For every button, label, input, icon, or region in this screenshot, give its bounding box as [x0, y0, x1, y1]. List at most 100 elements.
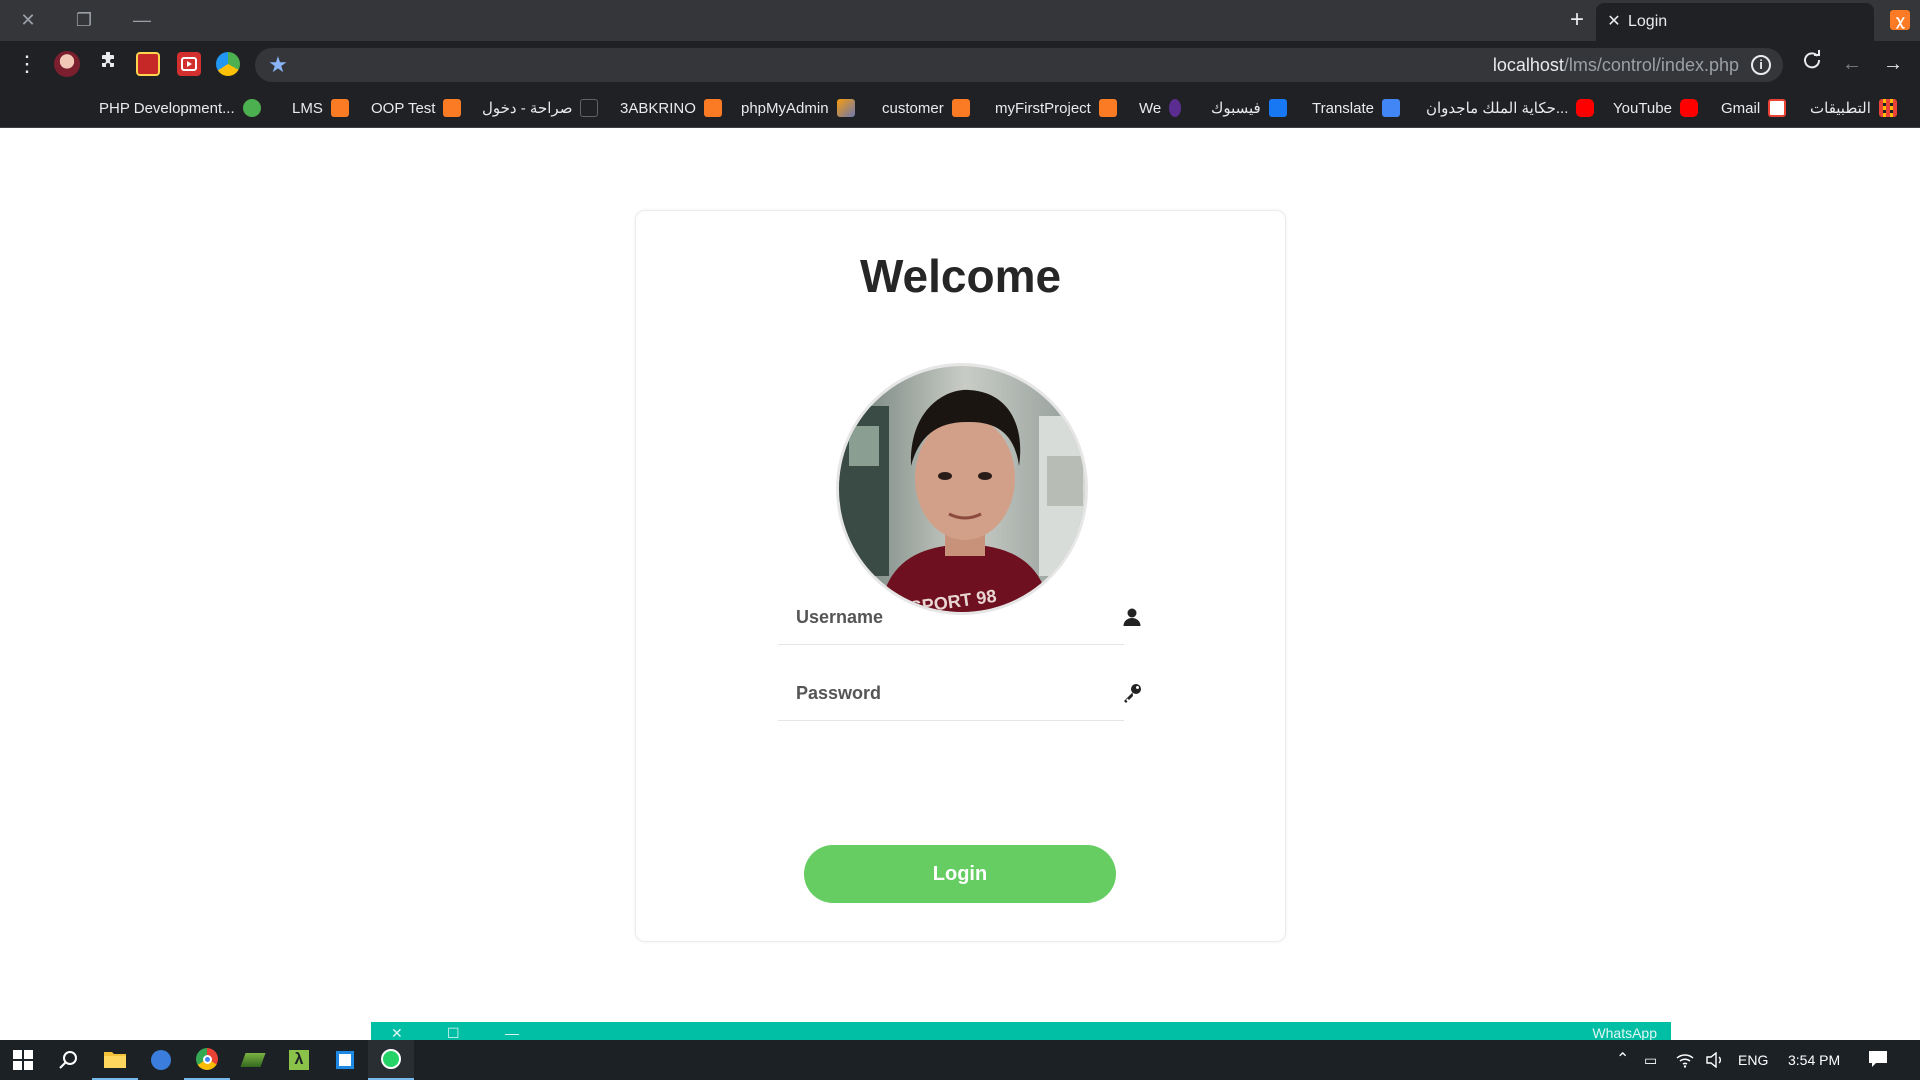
username-input[interactable] [796, 603, 1066, 631]
window-restore-icon[interactable]: ❐ [66, 6, 102, 34]
wifi-icon[interactable] [1676, 1052, 1694, 1071]
battery-icon[interactable]: ▭ [1644, 1052, 1657, 1069]
bookmark-lms[interactable]: LMS [292, 96, 349, 120]
key-icon [1120, 681, 1144, 705]
bookmark-phpmyadmin[interactable]: phpMyAdmin [741, 96, 855, 120]
we-icon [1169, 99, 1182, 117]
bookmark-label: phpMyAdmin [741, 99, 829, 117]
phpmyadmin-icon [836, 99, 855, 117]
login-card: Welcome SPORT 98 Username Login [635, 210, 1286, 942]
facebook-icon [1268, 99, 1287, 117]
address-url[interactable]: localhost/lms/control/index.php [1493, 55, 1739, 76]
bookmark-facebook[interactable]: فيسبوك [1211, 96, 1287, 120]
extension-video-icon[interactable] [177, 52, 201, 76]
file-explorer-icon[interactable] [92, 1040, 138, 1080]
bookmark-3abkrino[interactable]: 3ABKRINO [620, 96, 722, 120]
tab-title: Login [1628, 13, 1668, 30]
browser-blue-icon[interactable] [138, 1040, 184, 1080]
kebab-menu-icon[interactable]: ⋮ [13, 50, 41, 78]
notifications-icon[interactable] [1868, 1050, 1888, 1071]
windows-taskbar: λ ⌃ ▭ ENG 3:54 PM [0, 1040, 1920, 1080]
language-indicator[interactable]: ENG [1738, 1052, 1768, 1068]
bookmark-label: Translate [1312, 99, 1374, 117]
login-button[interactable]: Login [804, 845, 1116, 903]
tray-chevron-icon[interactable]: ⌃ [1616, 1049, 1629, 1069]
bookmark-label: customer [882, 99, 944, 117]
bookmark-myfirstproject[interactable]: myFirstProject [995, 96, 1117, 120]
bookmark-label: 3ABKRINO [620, 99, 696, 117]
whatsapp-taskbar-icon[interactable] [368, 1040, 414, 1080]
avatar: SPORT 98 [836, 363, 1088, 615]
bookmark-label: Gmail [1721, 99, 1761, 117]
user-icon [1120, 605, 1144, 629]
username-field [778, 591, 1141, 645]
bookmark-label: فيسبوك [1211, 100, 1261, 117]
volume-icon[interactable] [1706, 1051, 1724, 1071]
bookmark-label: التطبيقات [1810, 100, 1871, 117]
bookmarks-bar: التطبيقات Gmail YouTube حكاية الملك ماجد… [0, 88, 1920, 128]
clock[interactable]: 3:54 PM [1788, 1052, 1840, 1068]
bookmark-php-development[interactable]: PHP Development... [99, 96, 261, 120]
password-input[interactable] [796, 679, 1066, 707]
bookmark-ooptest[interactable]: OOP Test [371, 96, 462, 120]
page-title: Welcome [859, 250, 1062, 302]
bookmark-youtube[interactable]: YouTube [1613, 96, 1698, 120]
new-tab-button[interactable]: + [1564, 8, 1590, 34]
browser-tab-strip: ✕ ❐ — + ✕ Login ꭓ [0, 0, 1920, 41]
extension-flag-icon[interactable] [136, 52, 160, 76]
whatsapp-minimize-icon[interactable]: — [505, 1025, 519, 1041]
xampp-icon [330, 99, 349, 117]
bookmark-apps[interactable]: التطبيقات [1810, 96, 1897, 120]
xampp-icon: ꭓ [1890, 10, 1910, 30]
site-info-icon[interactable]: i [1751, 55, 1771, 75]
browser-toolbar: ⋮ ★ localhost/lms/control/index.php i ← … [0, 41, 1920, 88]
lambda-app-icon[interactable]: λ [276, 1040, 322, 1080]
translate-icon [1381, 99, 1400, 117]
layers-app-icon[interactable] [230, 1040, 276, 1080]
reload-icon[interactable] [1798, 50, 1826, 78]
notes-app-icon[interactable] [322, 1040, 368, 1080]
bookmark-label: We [1139, 99, 1162, 117]
xampp-icon [703, 99, 722, 117]
back-arrow-icon[interactable]: ← [1838, 50, 1866, 78]
windows-start-icon[interactable] [0, 1040, 46, 1080]
xampp-icon [951, 99, 970, 117]
password-field [778, 667, 1141, 721]
window-close-icon[interactable]: ✕ [10, 6, 46, 34]
bookmark-label: صراحة - دخول [482, 100, 573, 117]
bookmark-label: myFirstProject [995, 99, 1091, 117]
gmail-icon [1768, 99, 1787, 117]
xampp-icon [443, 99, 462, 117]
whatsapp-window-titlebar[interactable]: ✕ ☐ — WhatsApp [371, 1022, 1671, 1042]
bookmark-we[interactable]: We [1139, 96, 1182, 120]
tab-login[interactable]: ✕ Login [1596, 3, 1874, 41]
address-bar[interactable]: ★ localhost/lms/control/index.php i [255, 48, 1783, 82]
whatsapp-title: WhatsApp [1592, 1025, 1657, 1041]
mail-icon [580, 99, 599, 117]
bookmark-label: PHP Development... [99, 99, 235, 117]
tab-close-icon[interactable]: ✕ [1604, 12, 1624, 32]
bookmark-translate[interactable]: Translate [1312, 96, 1400, 120]
bookmark-gmail[interactable]: Gmail [1721, 96, 1787, 120]
profile-photo: SPORT 98 [839, 366, 1085, 612]
window-minimize-icon[interactable]: — [124, 6, 160, 34]
url-path: /lms/control/index.php [1563, 55, 1739, 75]
extension-colorwheel-icon[interactable] [216, 52, 240, 76]
globe-icon [242, 99, 261, 117]
forward-arrow-icon[interactable]: → [1879, 50, 1907, 78]
bookmark-customer[interactable]: customer [882, 96, 970, 120]
chrome-icon[interactable] [184, 1040, 230, 1080]
bookmark-label: LMS [292, 99, 323, 117]
profile-avatar[interactable] [54, 51, 80, 77]
bookmark-label: حكاية الملك ماجدوان... [1426, 100, 1569, 117]
bookmark-story[interactable]: حكاية الملك ماجدوان... [1426, 96, 1595, 120]
url-host: localhost [1492, 55, 1564, 75]
xampp-icon [1098, 99, 1117, 117]
bookmark-saraha[interactable]: صراحة - دخول [482, 96, 599, 120]
bookmark-label: OOP Test [371, 99, 436, 117]
search-icon[interactable] [46, 1040, 92, 1080]
youtube-icon [1679, 99, 1698, 117]
youtube-icon [1576, 99, 1595, 117]
extensions-puzzle-icon[interactable] [94, 50, 122, 78]
bookmark-star-icon[interactable]: ★ [265, 52, 291, 78]
